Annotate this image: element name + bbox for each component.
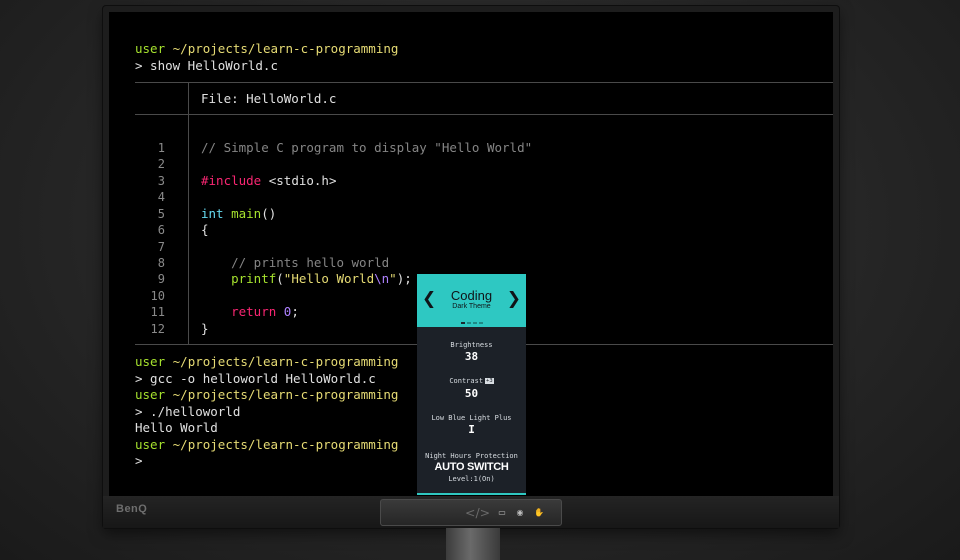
page-dot [460, 322, 465, 324]
code-icon[interactable]: </> [465, 506, 490, 519]
code-line: return 0; [201, 304, 299, 319]
line-number: 10 [150, 289, 165, 303]
night-hours-label: Night Hours Protection [425, 452, 518, 460]
code-line: #include <stdio.h> [201, 173, 337, 188]
terminal-prompt: user ~/projects/learn-c-programming [135, 41, 399, 56]
line-number: 1 [157, 141, 165, 155]
code-line: printf("Hello World\n"); [201, 271, 412, 286]
code-line: } [201, 321, 209, 336]
code-line: // Simple C program to display "Hello Wo… [201, 140, 533, 155]
contrast-value: 50 [464, 387, 479, 400]
brand-logo: BenQ [116, 503, 148, 515]
line-number: 3 [157, 174, 165, 188]
line-number: 7 [157, 240, 165, 254]
page-dot [466, 322, 471, 324]
divider [135, 82, 833, 83]
line-number: 4 [157, 190, 165, 204]
contrast-badge: +3 [485, 378, 494, 384]
monitor-stand [446, 528, 500, 560]
terminal-command: > show HelloWorld.c [135, 58, 278, 73]
gutter-divider [188, 82, 189, 344]
line-number: 6 [157, 223, 165, 237]
line-number: 9 [157, 272, 165, 286]
brightness-value: 38 [464, 350, 479, 363]
page-dot [478, 322, 483, 324]
code-line: int main() [201, 206, 277, 221]
terminal-prompt: user ~/projects/learn-c-programming [135, 437, 399, 452]
code-line: { [201, 222, 209, 237]
page-dot [472, 322, 477, 324]
terminal-prompt: user ~/projects/learn-c-programming [135, 387, 399, 402]
monitor-icon[interactable]: ▭ [497, 508, 507, 518]
terminal-command: > gcc -o helloworld HelloWorld.c [135, 371, 376, 386]
night-hours-level: Level:1(On) [448, 475, 495, 483]
contrast-label: Contrast +3 [449, 377, 494, 385]
chevron-right-icon[interactable]: ❯ [507, 289, 521, 309]
line-number: 11 [150, 305, 165, 319]
settings-icon[interactable]: ◉ [515, 508, 525, 518]
terminal-command: > ./helloworld [135, 404, 241, 419]
line-number: 8 [157, 256, 165, 270]
code-line: // prints hello world [201, 255, 390, 270]
terminal-output: Hello World [135, 420, 218, 435]
osd-page-indicator [417, 322, 526, 324]
osd-mode-header: ❮ Coding Dark Theme ❯ [417, 274, 526, 327]
hand-icon[interactable]: ✋ [534, 508, 544, 518]
night-hours-value: AUTO SWITCH [434, 461, 509, 473]
terminal-command-input[interactable]: > [135, 453, 143, 469]
low-blue-light-value: I [468, 423, 475, 436]
brightness-label: Brightness [450, 341, 493, 349]
line-number: 5 [157, 207, 165, 221]
line-number: 2 [157, 157, 165, 171]
file-header: File: HelloWorld.c [201, 91, 337, 106]
divider [135, 114, 833, 115]
terminal-prompt: user ~/projects/learn-c-programming [135, 354, 399, 369]
low-blue-light-label: Low Blue Light Plus [431, 414, 512, 422]
osd-controller: </> ▭ ◉ ✋ [380, 499, 562, 526]
line-number: 12 [150, 322, 165, 336]
